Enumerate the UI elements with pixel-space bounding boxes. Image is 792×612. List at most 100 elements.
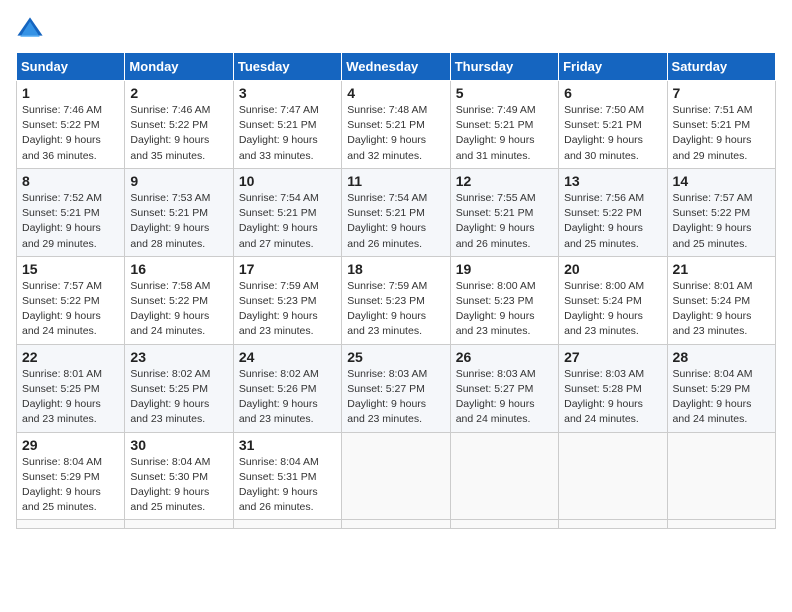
- daylight: Daylight: 9 hours and 24 minutes.: [564, 398, 643, 425]
- sunrise: Sunrise: 7:59 AM: [347, 280, 427, 292]
- day-info: Sunrise: 7:56 AM Sunset: 5:22 PM Dayligh…: [564, 191, 661, 252]
- daylight: Daylight: 9 hours and 25 minutes.: [564, 222, 643, 249]
- day-number: 8: [22, 173, 119, 189]
- table-row: 26 Sunrise: 8:03 AM Sunset: 5:27 PM Dayl…: [450, 344, 558, 432]
- table-row: 17 Sunrise: 7:59 AM Sunset: 5:23 PM Dayl…: [233, 256, 341, 344]
- sunset: Sunset: 5:24 PM: [673, 295, 751, 307]
- sunset: Sunset: 5:21 PM: [239, 207, 317, 219]
- table-row: 16 Sunrise: 7:58 AM Sunset: 5:22 PM Dayl…: [125, 256, 233, 344]
- table-row: 18 Sunrise: 7:59 AM Sunset: 5:23 PM Dayl…: [342, 256, 450, 344]
- logo-icon: [16, 16, 44, 44]
- day-number: 17: [239, 261, 336, 277]
- table-row: 20 Sunrise: 8:00 AM Sunset: 5:24 PM Dayl…: [559, 256, 667, 344]
- sunset: Sunset: 5:27 PM: [347, 383, 425, 395]
- table-row: 11 Sunrise: 7:54 AM Sunset: 5:21 PM Dayl…: [342, 168, 450, 256]
- daylight: Daylight: 9 hours and 33 minutes.: [239, 134, 318, 161]
- daylight: Daylight: 9 hours and 23 minutes.: [347, 310, 426, 337]
- day-number: 6: [564, 85, 661, 101]
- sunrise: Sunrise: 8:04 AM: [673, 368, 753, 380]
- daylight: Daylight: 9 hours and 30 minutes.: [564, 134, 643, 161]
- table-row: 21 Sunrise: 8:01 AM Sunset: 5:24 PM Dayl…: [667, 256, 775, 344]
- day-info: Sunrise: 7:59 AM Sunset: 5:23 PM Dayligh…: [239, 279, 336, 340]
- sunrise: Sunrise: 8:03 AM: [347, 368, 427, 380]
- sunrise: Sunrise: 7:52 AM: [22, 192, 102, 204]
- table-row: 15 Sunrise: 7:57 AM Sunset: 5:22 PM Dayl…: [17, 256, 125, 344]
- daylight: Daylight: 9 hours and 28 minutes.: [130, 222, 209, 249]
- sunset: Sunset: 5:29 PM: [22, 471, 100, 483]
- table-row: 24 Sunrise: 8:02 AM Sunset: 5:26 PM Dayl…: [233, 344, 341, 432]
- calendar-row: 22 Sunrise: 8:01 AM Sunset: 5:25 PM Dayl…: [17, 344, 776, 432]
- day-info: Sunrise: 8:04 AM Sunset: 5:29 PM Dayligh…: [22, 455, 119, 516]
- day-info: Sunrise: 7:59 AM Sunset: 5:23 PM Dayligh…: [347, 279, 444, 340]
- table-row: [667, 520, 775, 529]
- sunrise: Sunrise: 7:55 AM: [456, 192, 536, 204]
- daylight: Daylight: 9 hours and 26 minutes.: [239, 486, 318, 513]
- calendar-row: 29 Sunrise: 8:04 AM Sunset: 5:29 PM Dayl…: [17, 432, 776, 520]
- day-number: 24: [239, 349, 336, 365]
- sunset: Sunset: 5:26 PM: [239, 383, 317, 395]
- sunset: Sunset: 5:21 PM: [673, 119, 751, 131]
- sunset: Sunset: 5:31 PM: [239, 471, 317, 483]
- sunrise: Sunrise: 8:00 AM: [564, 280, 644, 292]
- table-row: 22 Sunrise: 8:01 AM Sunset: 5:25 PM Dayl…: [17, 344, 125, 432]
- table-row: 23 Sunrise: 8:02 AM Sunset: 5:25 PM Dayl…: [125, 344, 233, 432]
- day-number: 28: [673, 349, 770, 365]
- table-row: 4 Sunrise: 7:48 AM Sunset: 5:21 PM Dayli…: [342, 81, 450, 169]
- table-row: 31 Sunrise: 8:04 AM Sunset: 5:31 PM Dayl…: [233, 432, 341, 520]
- day-info: Sunrise: 7:58 AM Sunset: 5:22 PM Dayligh…: [130, 279, 227, 340]
- sunset: Sunset: 5:21 PM: [347, 207, 425, 219]
- sunrise: Sunrise: 8:04 AM: [130, 456, 210, 468]
- day-info: Sunrise: 8:00 AM Sunset: 5:24 PM Dayligh…: [564, 279, 661, 340]
- day-number: 7: [673, 85, 770, 101]
- table-row: 10 Sunrise: 7:54 AM Sunset: 5:21 PM Dayl…: [233, 168, 341, 256]
- sunrise: Sunrise: 7:48 AM: [347, 104, 427, 116]
- table-row: [450, 432, 558, 520]
- day-number: 14: [673, 173, 770, 189]
- day-info: Sunrise: 7:55 AM Sunset: 5:21 PM Dayligh…: [456, 191, 553, 252]
- sunset: Sunset: 5:22 PM: [130, 119, 208, 131]
- day-info: Sunrise: 8:01 AM Sunset: 5:25 PM Dayligh…: [22, 367, 119, 428]
- table-row: 30 Sunrise: 8:04 AM Sunset: 5:30 PM Dayl…: [125, 432, 233, 520]
- sunrise: Sunrise: 7:57 AM: [22, 280, 102, 292]
- day-number: 27: [564, 349, 661, 365]
- sunset: Sunset: 5:29 PM: [673, 383, 751, 395]
- sunrise: Sunrise: 7:58 AM: [130, 280, 210, 292]
- daylight: Daylight: 9 hours and 24 minutes.: [130, 310, 209, 337]
- table-row: [559, 520, 667, 529]
- sunrise: Sunrise: 8:04 AM: [239, 456, 319, 468]
- sunset: Sunset: 5:21 PM: [239, 119, 317, 131]
- daylight: Daylight: 9 hours and 27 minutes.: [239, 222, 318, 249]
- sunset: Sunset: 5:25 PM: [130, 383, 208, 395]
- sunrise: Sunrise: 8:00 AM: [456, 280, 536, 292]
- logo: [16, 16, 48, 44]
- table-row: 2 Sunrise: 7:46 AM Sunset: 5:22 PM Dayli…: [125, 81, 233, 169]
- sunset: Sunset: 5:27 PM: [456, 383, 534, 395]
- day-info: Sunrise: 8:03 AM Sunset: 5:27 PM Dayligh…: [456, 367, 553, 428]
- sunset: Sunset: 5:24 PM: [564, 295, 642, 307]
- sunset: Sunset: 5:21 PM: [347, 119, 425, 131]
- daylight: Daylight: 9 hours and 26 minutes.: [347, 222, 426, 249]
- table-row: [233, 520, 341, 529]
- daylight: Daylight: 9 hours and 29 minutes.: [673, 134, 752, 161]
- day-number: 4: [347, 85, 444, 101]
- header-sunday: Sunday: [17, 53, 125, 81]
- day-number: 22: [22, 349, 119, 365]
- table-row: 28 Sunrise: 8:04 AM Sunset: 5:29 PM Dayl…: [667, 344, 775, 432]
- sunset: Sunset: 5:21 PM: [456, 119, 534, 131]
- calendar-row: [17, 520, 776, 529]
- sunset: Sunset: 5:23 PM: [347, 295, 425, 307]
- daylight: Daylight: 9 hours and 23 minutes.: [130, 398, 209, 425]
- table-row: 13 Sunrise: 7:56 AM Sunset: 5:22 PM Dayl…: [559, 168, 667, 256]
- table-row: 25 Sunrise: 8:03 AM Sunset: 5:27 PM Dayl…: [342, 344, 450, 432]
- sunrise: Sunrise: 7:50 AM: [564, 104, 644, 116]
- calendar-table: Sunday Monday Tuesday Wednesday Thursday…: [16, 52, 776, 529]
- header-monday: Monday: [125, 53, 233, 81]
- day-number: 13: [564, 173, 661, 189]
- daylight: Daylight: 9 hours and 23 minutes.: [22, 398, 101, 425]
- sunrise: Sunrise: 7:47 AM: [239, 104, 319, 116]
- day-number: 23: [130, 349, 227, 365]
- day-number: 2: [130, 85, 227, 101]
- day-info: Sunrise: 8:02 AM Sunset: 5:26 PM Dayligh…: [239, 367, 336, 428]
- table-row: [667, 432, 775, 520]
- day-info: Sunrise: 7:54 AM Sunset: 5:21 PM Dayligh…: [239, 191, 336, 252]
